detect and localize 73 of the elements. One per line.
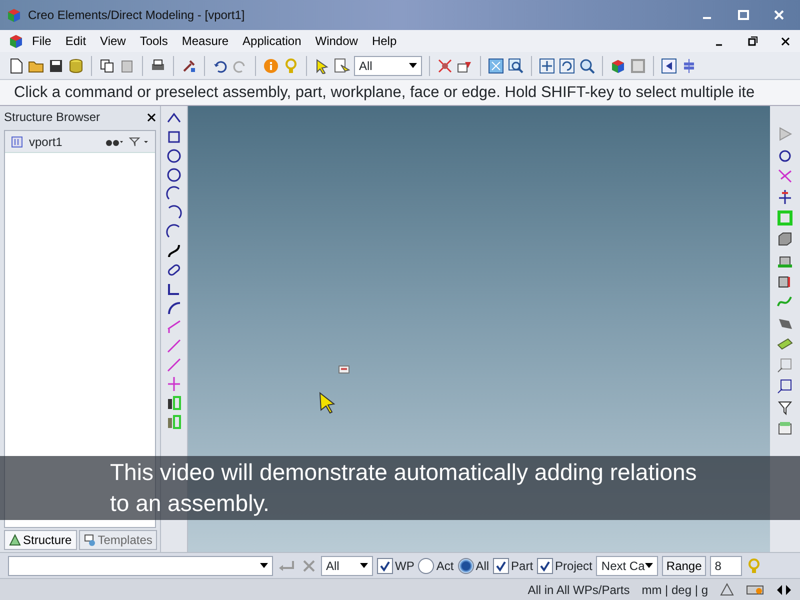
option-label: Project <box>555 558 592 574</box>
template-icon <box>84 534 96 546</box>
caret-icon <box>260 563 268 568</box>
back-icon[interactable] <box>661 58 677 74</box>
caret-icon <box>360 563 368 568</box>
tree-icon <box>9 534 21 546</box>
copy-icon[interactable] <box>99 58 115 74</box>
close-icon[interactable] <box>779 34 792 48</box>
part-icon[interactable] <box>166 395 182 413</box>
menu-item[interactable]: File <box>26 32 58 50</box>
browser-tab[interactable]: Templates <box>78 530 158 550</box>
selection-field[interactable] <box>8 556 273 576</box>
menu-item[interactable]: View <box>94 32 132 50</box>
panel-title: Structure Browser <box>4 109 100 126</box>
app-icon <box>8 33 24 49</box>
filter-dropdown[interactable]: All <box>321 556 373 576</box>
range-field[interactable]: 8 <box>710 556 742 576</box>
option-label: Part <box>511 558 534 574</box>
select-box-icon[interactable] <box>777 378 793 396</box>
fit-icon[interactable] <box>488 58 504 74</box>
planes-icon[interactable] <box>681 58 697 74</box>
prompt-text: Click a command or preselect assembly, part, workplane, face or edge. Hold SHIFT-key to select multiple ite <box>0 80 800 106</box>
filter-dropdown[interactable]: All <box>354 56 422 76</box>
filter-icon[interactable] <box>129 136 149 146</box>
restore-icon[interactable] <box>746 34 759 48</box>
funnel-icon[interactable] <box>777 399 793 417</box>
checkbox[interactable] <box>377 558 393 574</box>
cube-icon[interactable] <box>610 58 626 74</box>
warning-icon <box>720 583 734 596</box>
caret-icon <box>409 63 417 68</box>
browser-tab[interactable]: Structure <box>4 530 77 550</box>
zoom-icon[interactable] <box>579 58 595 74</box>
option-label: All <box>476 558 490 574</box>
menu-item[interactable]: Application <box>236 32 308 50</box>
status-text: All in All WPs/Parts <box>528 582 630 598</box>
keyboard-icon <box>746 584 764 596</box>
arrows-icon[interactable] <box>776 584 792 596</box>
option-label: WP <box>395 558 414 574</box>
tray-icon <box>338 364 350 374</box>
zoom-window-icon[interactable] <box>508 58 524 74</box>
app-icon <box>6 7 22 23</box>
maximize-button[interactable] <box>736 8 750 22</box>
range-button[interactable]: Range <box>662 556 706 576</box>
checkbox[interactable] <box>493 558 510 574</box>
tree-item[interactable]: vport1 <box>29 132 62 150</box>
close-icon[interactable] <box>147 112 156 122</box>
menu-item[interactable]: Measure <box>176 32 235 50</box>
pick-icon[interactable] <box>437 58 453 74</box>
menu-item[interactable]: Tools <box>134 32 174 50</box>
tool-icon[interactable] <box>181 58 197 74</box>
option-label: Act <box>436 558 454 574</box>
caret-icon <box>645 563 654 568</box>
radio-button[interactable] <box>418 558 434 574</box>
pointer-icon[interactable] <box>314 58 330 74</box>
save-icon[interactable] <box>48 58 64 74</box>
new-page-icon[interactable] <box>8 58 24 74</box>
viewport-icon <box>11 136 23 148</box>
window-title: Creo Elements/Direct Modeling - [vport1] <box>28 7 245 24</box>
next-dropdown[interactable]: Next Ca <box>596 556 658 576</box>
close-button[interactable] <box>772 8 786 22</box>
caption-text: This video will demonstrate automatically adding relations to an assembly. <box>110 458 698 518</box>
pan-icon[interactable] <box>539 58 555 74</box>
radio-button[interactable] <box>458 558 474 574</box>
checkbox[interactable] <box>537 558 554 574</box>
rotate-icon[interactable] <box>559 58 575 74</box>
menu-item[interactable]: Edit <box>59 32 92 50</box>
menu-item[interactable]: Help <box>366 32 403 50</box>
cylinder-icon[interactable] <box>68 58 84 74</box>
cross-icon[interactable] <box>777 189 793 207</box>
list-pointer-icon[interactable] <box>334 58 350 74</box>
pointer-icon <box>318 392 336 414</box>
menu-item[interactable]: Window <box>309 32 364 50</box>
units-text: mm | deg | g <box>642 582 708 598</box>
